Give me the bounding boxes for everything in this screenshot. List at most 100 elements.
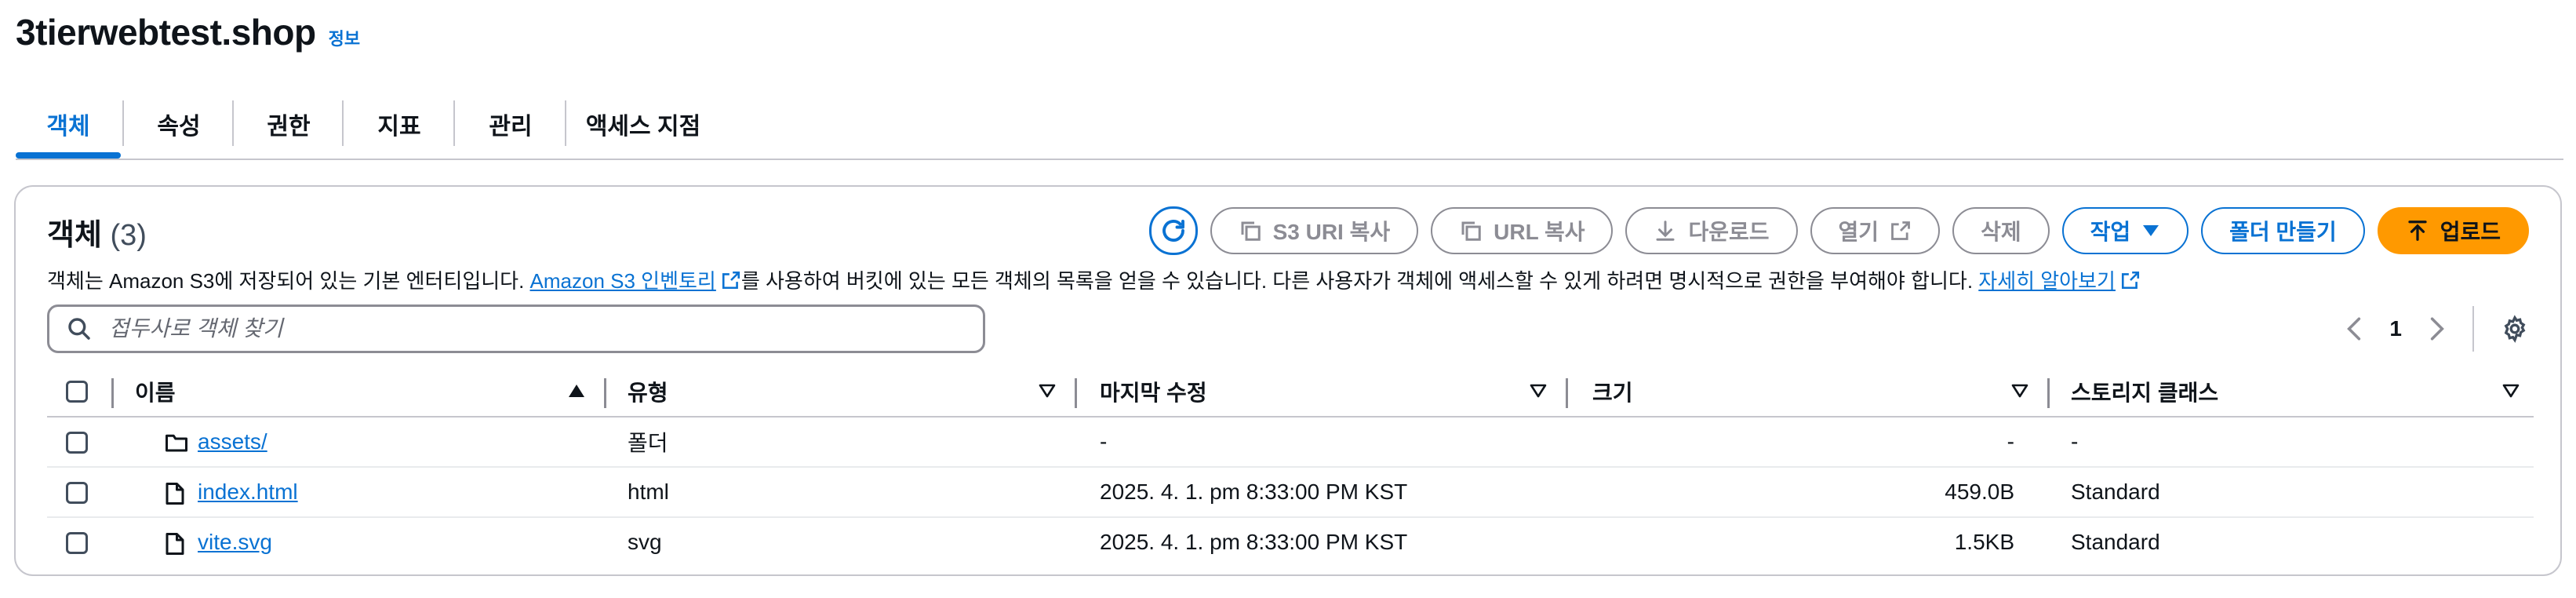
objects-panel: 객체 (3) S3 URI 복사 URL 복사 다운로드 열기 삭제 작업 폴더…	[14, 185, 2562, 576]
copy-url-label: URL 복사	[1494, 220, 1585, 244]
copy-s3-uri-label: S3 URI 복사	[1272, 220, 1391, 244]
tab-divider	[342, 100, 344, 146]
upload-label: 업로드	[2440, 220, 2501, 244]
open-button[interactable]: 열기	[1810, 207, 1941, 254]
download-icon	[1656, 221, 1675, 241]
external-link-icon	[2121, 271, 2140, 290]
table-row[interactable]: vite.svg svg 2025. 4. 1. pm 8:33:00 PM K…	[47, 518, 2534, 567]
column-header-storage-class[interactable]: 스토리지 클래스	[2071, 369, 2218, 414]
object-storage-class: -	[2071, 429, 2079, 454]
file-icon	[166, 533, 184, 555]
download-button[interactable]: 다운로드	[1625, 207, 1798, 254]
column-separator	[1566, 378, 1568, 408]
object-last-modified: 2025. 4. 1. pm 8:33:00 PM KST	[1100, 479, 1408, 504]
refresh-button[interactable]	[1148, 206, 1198, 255]
page-title: 3tierwebtest.shop	[16, 12, 316, 53]
select-all-checkbox[interactable]	[66, 381, 88, 403]
refresh-icon	[1162, 220, 1184, 242]
description-text: 를 사용하여 버킷에 있는 모든 객체의 목록을 얻을 수 있습니다. 다른 사…	[740, 269, 1979, 293]
table-header: 이름 유형 마지막 수정 크기 스토리지 클래스	[47, 369, 2534, 418]
pagination: 1	[2345, 304, 2529, 353]
external-link-icon	[722, 271, 740, 290]
tab-properties[interactable]: 속성	[126, 93, 232, 155]
delete-label: 삭제	[1981, 220, 2021, 244]
pager-divider	[2472, 306, 2474, 352]
tab-management[interactable]: 관리	[457, 93, 565, 155]
caret-down-icon	[2143, 225, 2159, 236]
tab-divider	[122, 100, 124, 146]
row-checkbox[interactable]	[66, 482, 88, 504]
upload-button[interactable]: 업로드	[2377, 207, 2529, 254]
objects-description: 객체는 Amazon S3에 저장되어 있는 기본 엔터티입니다. Amazon…	[47, 265, 2141, 294]
sort-ascending-icon[interactable]	[568, 383, 585, 399]
tab-divider	[453, 100, 455, 146]
tab-divider	[565, 100, 566, 146]
row-checkbox[interactable]	[66, 432, 88, 454]
tab-bar: 객체 속성 권한 지표 관리 액세스 지점	[16, 93, 2563, 160]
inventory-link[interactable]: Amazon S3 인벤토리	[530, 269, 716, 293]
table-row[interactable]: assets/ 폴더 - - -	[47, 418, 2534, 468]
object-storage-class: Standard	[2071, 530, 2160, 554]
sort-icon[interactable]	[2011, 383, 2028, 399]
objects-title: 객체	[47, 219, 102, 252]
column-separator	[604, 378, 606, 408]
copy-icon	[1461, 221, 1481, 241]
object-size: 459.0B	[1945, 479, 2014, 504]
info-link[interactable]: 정보	[329, 25, 360, 50]
object-type: html	[628, 479, 669, 504]
object-storage-class: Standard	[2071, 479, 2160, 504]
tab-permissions[interactable]: 권한	[235, 93, 342, 155]
object-last-modified: 2025. 4. 1. pm 8:33:00 PM KST	[1100, 530, 1408, 554]
object-size: 1.5KB	[1954, 530, 2014, 554]
objects-toolbar: S3 URI 복사 URL 복사 다운로드 열기 삭제 작업 폴더 만들기 업로…	[1148, 206, 2529, 256]
delete-button[interactable]: 삭제	[1952, 207, 2050, 254]
column-separator	[2047, 378, 2050, 408]
objects-table: 이름 유형 마지막 수정 크기 스토리지 클래스 assets/ 폴더 - - …	[47, 369, 2534, 567]
tab-objects[interactable]: 객체	[16, 93, 121, 159]
objects-heading: 객체 (3)	[47, 210, 147, 253]
search-input[interactable]	[107, 315, 895, 342]
column-header-last-modified[interactable]: 마지막 수정	[1100, 369, 1207, 414]
object-size: -	[2007, 429, 2014, 454]
chevron-right-icon[interactable]	[2429, 316, 2446, 341]
learn-more-link[interactable]: 자세히 알아보기	[1978, 269, 2116, 293]
objects-count: (3)	[110, 219, 147, 252]
copy-icon	[1241, 221, 1261, 241]
folder-icon	[166, 434, 187, 452]
object-last-modified: -	[1100, 429, 1108, 454]
settings-icon[interactable]	[2501, 315, 2529, 343]
upload-icon	[2408, 221, 2427, 241]
page-number[interactable]: 1	[2389, 316, 2402, 341]
object-name-link[interactable]: assets/	[198, 418, 267, 466]
tab-metrics[interactable]: 지표	[345, 93, 453, 155]
column-separator	[1075, 378, 1077, 408]
search-icon	[68, 318, 90, 340]
column-header-size[interactable]: 크기	[1592, 369, 1633, 414]
object-name-link[interactable]: index.html	[198, 468, 298, 516]
s3-bucket-page: 3tierwebtest.shop 정보 객체 속성 권한 지표 관리 액세스 …	[0, 0, 2576, 598]
tab-access-points[interactable]: 액세스 지점	[568, 93, 719, 155]
row-checkbox[interactable]	[66, 532, 88, 554]
create-folder-button[interactable]: 폴더 만들기	[2201, 207, 2365, 254]
sort-icon[interactable]	[2502, 383, 2520, 399]
sort-icon[interactable]	[1530, 383, 1547, 399]
copy-url-button[interactable]: URL 복사	[1431, 207, 1614, 254]
chevron-left-icon[interactable]	[2345, 316, 2363, 341]
actions-label: 작업	[2090, 220, 2131, 244]
object-name-link[interactable]: vite.svg	[198, 518, 272, 567]
external-link-icon	[1891, 221, 1910, 240]
open-label: 열기	[1838, 220, 1879, 244]
sort-icon[interactable]	[1039, 383, 1056, 399]
object-type: 폴더	[628, 431, 668, 455]
table-row[interactable]: index.html html 2025. 4. 1. pm 8:33:00 P…	[47, 468, 2534, 518]
column-header-name[interactable]: 이름	[135, 369, 176, 414]
object-type: svg	[628, 530, 662, 554]
column-header-type[interactable]: 유형	[628, 369, 668, 414]
search-box	[47, 304, 985, 353]
page-header: 3tierwebtest.shop 정보	[16, 11, 360, 53]
actions-dropdown[interactable]: 작업	[2061, 207, 2189, 254]
file-icon	[166, 483, 184, 505]
copy-s3-uri-button[interactable]: S3 URI 복사	[1210, 207, 1419, 254]
download-label: 다운로드	[1688, 220, 1770, 244]
column-separator	[111, 378, 114, 408]
